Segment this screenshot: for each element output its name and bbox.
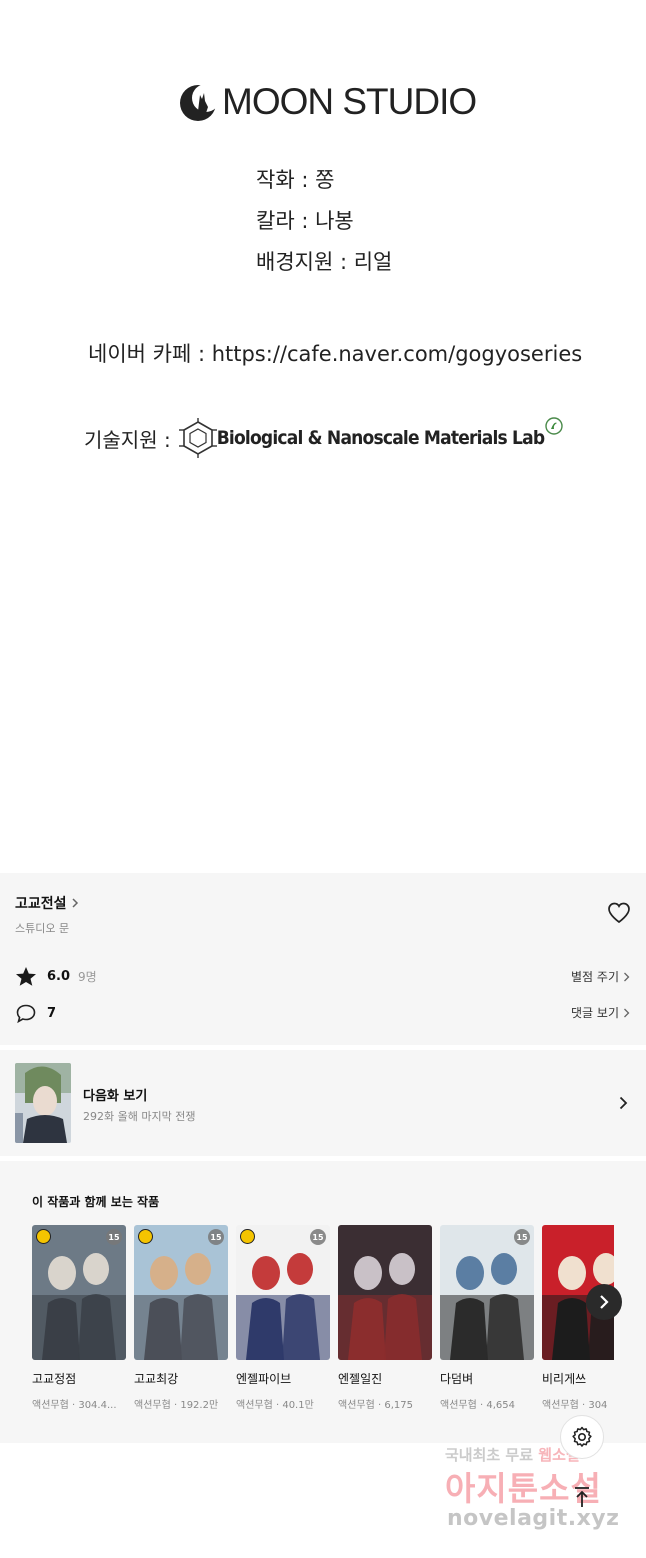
- recommendation-meta: 액션무협 · 304: [542, 1400, 608, 1411]
- view-comments-label: 댓글 보기: [571, 1006, 619, 1020]
- series-author: 스튜디오 문: [15, 922, 70, 935]
- recommendation-title: 비리게쓰: [542, 1372, 587, 1386]
- credit-color: 칼라 : 나봉: [256, 209, 354, 233]
- credit-artist: 작화 : 쫑: [256, 168, 335, 192]
- next-episode-button[interactable]: 다음화 보기 292화 올해 마지막 전쟁: [0, 1050, 646, 1156]
- comment-bubble-icon: [16, 1004, 36, 1023]
- moon-studio-logo: MOON STUDIO: [178, 80, 477, 124]
- recommendation-card[interactable]: 15 엔젤파이브액션무협 · 40.1만: [236, 1225, 330, 1411]
- age-rating-badge: 15: [106, 1229, 122, 1245]
- rate-button[interactable]: 별점 주기: [571, 968, 630, 985]
- recommendation-meta: 액션무협 · 40.1만: [236, 1400, 314, 1411]
- recommendation-thumbnail: 15: [236, 1225, 330, 1360]
- tech-support-label: 기술지원 :: [84, 427, 171, 452]
- recommendation-meta: 액션무협 · 6,175: [338, 1400, 413, 1411]
- next-episode-subtitle: 292화 올해 마지막 전쟁: [83, 1110, 196, 1123]
- star-icon: [16, 966, 36, 986]
- recommendation-thumbnail: 15: [32, 1225, 126, 1360]
- recommendation-title: 엔젤일진: [338, 1372, 383, 1386]
- recommendation-meta: 액션무협 · 4,654: [440, 1400, 515, 1411]
- cover-image: [236, 1225, 330, 1360]
- next-episode-thumbnail: [15, 1063, 71, 1143]
- series-title-link[interactable]: 고교전설: [15, 893, 79, 913]
- favorite-heart-icon[interactable]: [606, 901, 632, 925]
- rating-row: 6.0 9명: [15, 964, 97, 988]
- recommendation-title: 고교최강: [134, 1372, 179, 1386]
- recommendation-card[interactable]: 15 다덤벼액션무협 · 4,654: [440, 1225, 534, 1411]
- lab-name: Biological & Nanoscale Materials Lab: [216, 427, 545, 449]
- recommendation-card[interactable]: 15 고교정점액션무협 · 304.4...: [32, 1225, 126, 1411]
- chevron-right-icon: [624, 1008, 630, 1017]
- credits-section: MOON STUDIO 작화 : 쫑 칼라 : 나봉 배경지원 : 리얼 네이버…: [0, 0, 646, 873]
- credit-background: 배경지원 : 리얼: [256, 250, 393, 274]
- thumbnail-image: [15, 1063, 71, 1143]
- recommendation-thumbnail: 15: [134, 1225, 228, 1360]
- rate-button-label: 별점 주기: [571, 970, 619, 984]
- lab-molecule-icon: [178, 418, 217, 458]
- recommendations-carousel: 15 고교정점액션무협 · 304.4... 15 고교최강액션무협 · 192.2만…: [32, 1225, 614, 1420]
- chevron-right-icon: [600, 1295, 609, 1309]
- recommendation-title: 다덤벼: [440, 1372, 474, 1386]
- chevron-right-icon: [72, 898, 78, 908]
- recommendation-title: 고교정점: [32, 1372, 77, 1386]
- comment-row: 7: [15, 1001, 56, 1025]
- age-rating-badge: 15: [310, 1229, 326, 1245]
- series-title: 고교전설: [15, 896, 67, 912]
- recommendation-title: 엔젤파이브: [236, 1372, 292, 1386]
- recommendation-meta: 액션무협 · 192.2만: [134, 1400, 219, 1411]
- tech-support-line: 기술지원 : Biological & Nanoscale Materials …: [84, 417, 564, 459]
- rating-count: 9명: [78, 969, 97, 984]
- chevron-right-icon: [624, 972, 630, 981]
- recommendation-thumbnail: [338, 1225, 432, 1360]
- series-info-panel: 고교전설 스튜디오 문 6.0 9명 별점 주기 7 댓글 보기 다음화 보기 …: [0, 873, 646, 1443]
- clock-badge-icon: [36, 1229, 51, 1244]
- gear-icon: [572, 1426, 592, 1447]
- logo-text: MOON STUDIO: [222, 81, 477, 122]
- comment-count: 7: [47, 1005, 57, 1021]
- clock-badge-icon: [240, 1229, 255, 1244]
- recommendation-card[interactable]: 15 고교최강액션무협 · 192.2만: [134, 1225, 228, 1411]
- age-rating-badge: 15: [208, 1229, 224, 1245]
- watermark: 국내최초 무료 웹소설 아지툰소설 novelagit.xyz: [445, 1444, 625, 1544]
- next-episode-title: 다음화 보기: [83, 1089, 148, 1104]
- cover-image: [338, 1225, 432, 1360]
- recommendations-section: 이 작품과 함께 보는 작품 15 고교정점액션무협 · 304.4... 15 고교…: [0, 1161, 646, 1443]
- carousel-next-button[interactable]: [586, 1284, 622, 1320]
- scroll-to-top-button[interactable]: [568, 1484, 596, 1510]
- chevron-right-icon: [619, 1096, 628, 1110]
- view-comments-button[interactable]: 댓글 보기: [571, 1004, 630, 1021]
- recommendation-thumbnail: 15: [440, 1225, 534, 1360]
- cafe-link: 네이버 카페 : https://cafe.naver.com/gogyoser…: [88, 342, 583, 366]
- recommendation-meta: 액션무협 · 304.4...: [32, 1400, 117, 1411]
- age-rating-badge: 15: [514, 1229, 530, 1245]
- series-summary: 고교전설 스튜디오 문 6.0 9명 별점 주기 7 댓글 보기: [0, 873, 646, 1045]
- rating-value: 6.0: [47, 968, 71, 984]
- clock-badge-icon: [138, 1229, 153, 1244]
- cover-image: [134, 1225, 228, 1360]
- moon-logo-icon: [180, 84, 218, 121]
- recommendations-heading: 이 작품과 함께 보는 작품: [32, 1195, 160, 1209]
- cover-image: [440, 1225, 534, 1360]
- settings-button[interactable]: [560, 1415, 604, 1459]
- cover-image: [32, 1225, 126, 1360]
- lab-badge-icon: [545, 417, 564, 435]
- arrow-up-icon: [575, 1487, 589, 1507]
- recommendation-card[interactable]: 엔젤일진액션무협 · 6,175: [338, 1225, 432, 1411]
